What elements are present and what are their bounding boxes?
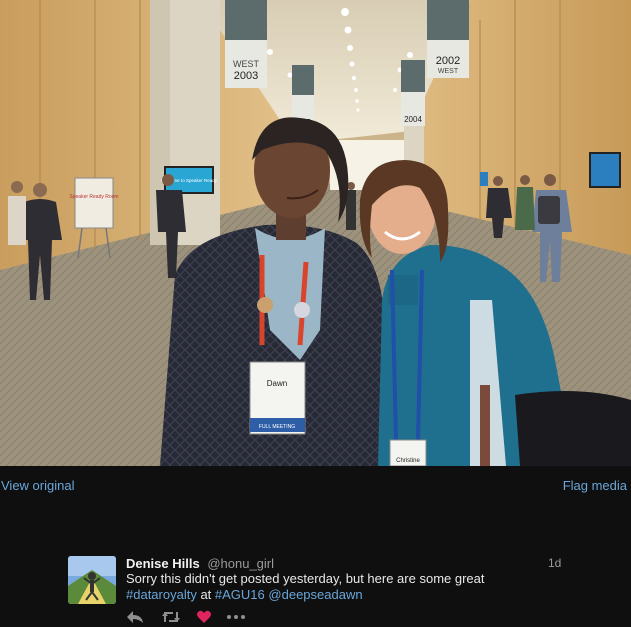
badge-christine: Christine <box>396 458 420 464</box>
like-button[interactable] <box>196 609 216 625</box>
reply-icon <box>127 611 143 623</box>
retweet-button[interactable] <box>161 609 181 625</box>
flag-media-link[interactable]: Flag media <box>563 478 627 493</box>
hashtag-dataroyalty[interactable]: #dataroyalty <box>126 587 197 602</box>
tweet-text-at: at <box>196 587 215 602</box>
tweet-header: Denise Hills @honu_girl <box>126 556 274 571</box>
avatar[interactable] <box>68 556 116 604</box>
sign-speaker-ready: Speaker Ready Room <box>69 194 118 200</box>
banner-2003: 2003 <box>234 70 258 82</box>
tweet-text: Sorry this didn't get posted yesterday, … <box>126 571 546 603</box>
tweet: Denise Hills @honu_girl 1d Sorry this di… <box>0 548 631 627</box>
retweet-icon <box>162 612 180 622</box>
badge-dawn: Dawn <box>267 379 287 388</box>
banner-2003-sublabel: WEST <box>233 59 260 69</box>
tweet-timestamp[interactable]: 1d <box>548 556 561 570</box>
more-button[interactable] <box>226 609 246 625</box>
avatar-image <box>68 556 116 604</box>
banner-2002-sublabel: WEST <box>438 68 459 75</box>
tweet-text-line1: Sorry this didn't get posted yesterday, … <box>126 571 485 586</box>
badge-full-meeting: FULL MEETING <box>259 424 295 430</box>
more-icon <box>227 615 245 619</box>
reply-button[interactable] <box>126 609 146 625</box>
photo-scene: WEST 2003 2005 2004 2002 WEST Speaker Re… <box>0 0 631 466</box>
user-handle[interactable]: @honu_girl <box>207 556 274 571</box>
media-links: View original Flag media <box>0 476 631 496</box>
mention-deepseadawn[interactable]: @deepseadawn <box>268 587 362 602</box>
banner-2002: 2002 <box>436 55 460 67</box>
hashtag-agu16[interactable]: #AGU16 <box>215 587 265 602</box>
tweet-photo[interactable]: WEST 2003 2005 2004 2002 WEST Speaker Re… <box>0 0 631 466</box>
display-name[interactable]: Denise Hills <box>126 556 200 571</box>
heart-icon <box>197 610 211 623</box>
banner-2004: 2004 <box>404 115 422 124</box>
view-original-link[interactable]: View original <box>1 478 74 493</box>
